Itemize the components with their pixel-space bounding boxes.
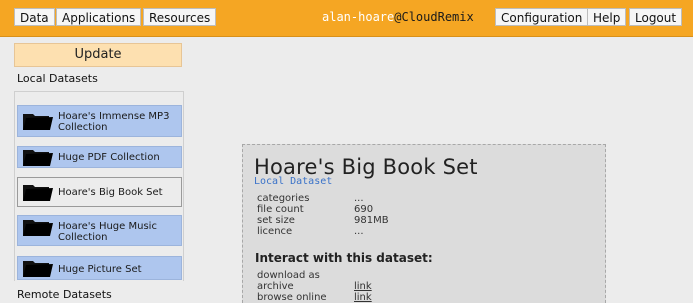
dataset-label: Hoare's Huge Music Collection: [58, 221, 157, 243]
folder-icon: [23, 220, 53, 236]
username: alan-hoare: [322, 10, 395, 24]
dataset-item-selected[interactable]: Hoare's Big Book Set: [17, 177, 182, 207]
meta-value: ...: [354, 193, 364, 204]
action-key: browse online: [257, 292, 327, 303]
dataset-label: Huge Picture Set: [58, 264, 142, 275]
meta-key: file count: [257, 204, 304, 215]
meta-key: categories: [257, 193, 310, 204]
dataset-detail-card: Hoare's Big Book Set Local Dataset categ…: [242, 144, 606, 303]
folder-icon: [23, 150, 53, 166]
folder-icon: [23, 114, 53, 130]
meta-value: ...: [354, 226, 364, 237]
dataset-item[interactable]: Huge Picture Set: [17, 256, 182, 280]
tab-help[interactable]: Help: [587, 8, 627, 26]
dataset-label: Hoare's Big Book Set: [58, 187, 163, 198]
user-host: @CloudRemix: [394, 10, 474, 24]
dataset-item[interactable]: Huge PDF Collection: [17, 146, 182, 168]
action-key: archive: [257, 281, 294, 292]
dataset-item[interactable]: Hoare's Huge Music Collection: [17, 215, 182, 246]
meta-value: 981MB: [354, 215, 389, 226]
tab-logout[interactable]: Logout: [629, 8, 683, 26]
meta-key: licence: [257, 226, 293, 237]
dataset-label: Hoare's Immense MP3 Collection: [58, 111, 170, 133]
top-navigation-bar: Data Applications Resources alan-hoare@C…: [0, 0, 693, 37]
interact-heading: Interact with this dataset:: [255, 251, 433, 265]
tab-resources[interactable]: Resources: [143, 8, 217, 26]
local-datasets-heading: Local Datasets: [17, 72, 98, 85]
tab-configuration[interactable]: Configuration: [495, 8, 589, 26]
action-key: download as: [257, 270, 320, 281]
dataset-type-label: Local Dataset: [254, 176, 333, 187]
meta-value: 690: [354, 204, 374, 215]
remote-datasets-heading: Remote Datasets: [17, 288, 112, 301]
dataset-label: Huge PDF Collection: [58, 152, 160, 163]
archive-link[interactable]: link: [354, 281, 372, 292]
tab-data[interactable]: Data: [14, 8, 55, 26]
browse-online-link[interactable]: link: [354, 292, 372, 303]
user-identity: alan-hoare@CloudRemix: [322, 8, 474, 26]
update-button[interactable]: Update: [14, 43, 182, 67]
folder-icon: [23, 261, 53, 277]
tab-applications[interactable]: Applications: [56, 8, 142, 26]
dataset-item[interactable]: Hoare's Immense MP3 Collection: [17, 105, 182, 137]
meta-key: set size: [257, 215, 295, 226]
local-datasets-list: Hoare's Immense MP3 Collection Huge PDF …: [14, 91, 184, 281]
folder-icon: [23, 185, 53, 201]
